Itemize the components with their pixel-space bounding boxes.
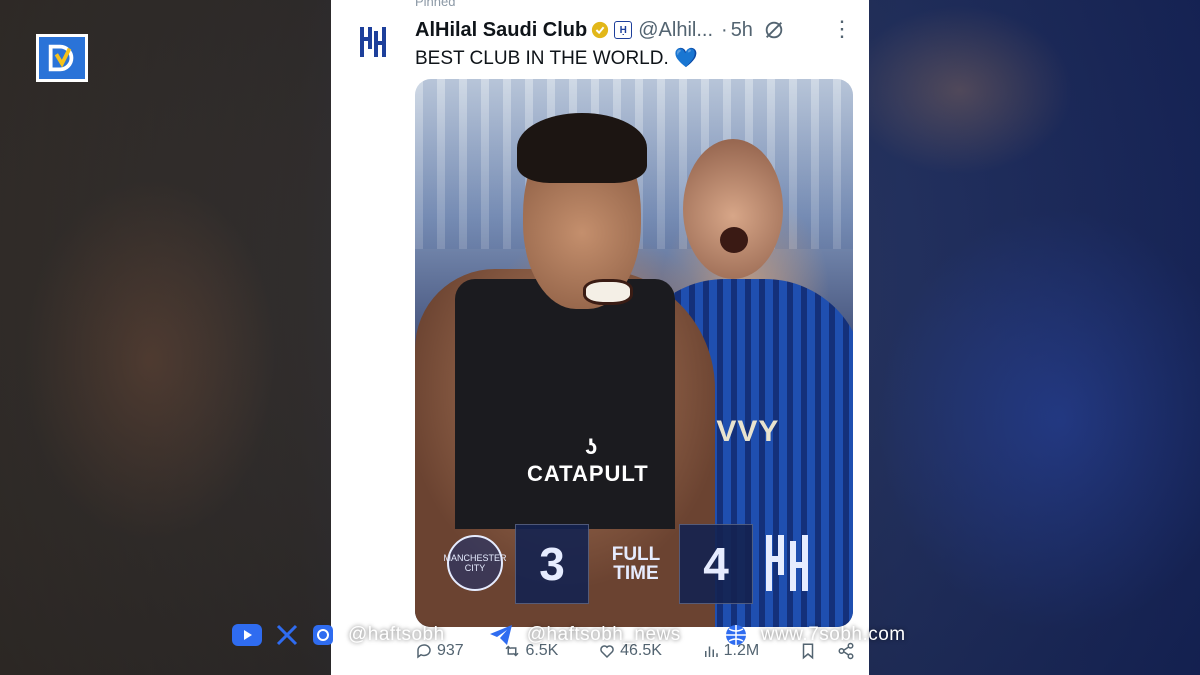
- website-url[interactable]: www.7sobh.com: [761, 624, 906, 646]
- tweet-card: Pinned AlHilal Saudi Club Ḥ @Alhil... · …: [331, 0, 869, 675]
- youtube-icon[interactable]: [232, 624, 262, 646]
- social-watermark-bar: @haftsobh @haftsobh_news www.7sobh.com: [232, 620, 982, 650]
- post-time[interactable]: 5h: [731, 19, 753, 42]
- match-status: FULL TIME: [599, 545, 673, 583]
- main-player-hair: [517, 113, 647, 183]
- catapult-logo-icon: ʖ: [585, 434, 598, 459]
- x-icon[interactable]: [276, 624, 298, 646]
- training-vest: [455, 279, 675, 529]
- match-status-line1: FULL: [611, 544, 661, 565]
- second-player-head: [683, 139, 783, 279]
- man-city-crest-text: MANCHESTER CITY: [443, 553, 507, 573]
- blue-heart-emoji: 💙: [674, 48, 698, 69]
- verified-badge-icon: [591, 21, 609, 39]
- second-player-mouth: [720, 227, 748, 253]
- site-logo[interactable]: [36, 34, 88, 82]
- grok-icon[interactable]: [763, 19, 785, 41]
- logo-icon: [48, 44, 74, 72]
- affiliate-badge-icon: Ḥ: [614, 21, 633, 39]
- tweet-text: BEST CLUB IN THE WORLD. 💙: [415, 46, 698, 70]
- globe-icon[interactable]: [725, 624, 747, 646]
- scoreboard: MANCHESTER CITY 3 FULL TIME 4: [415, 519, 853, 609]
- man-city-crest-icon: MANCHESTER CITY: [444, 535, 507, 591]
- vest-sponsor: CATAPULT: [527, 461, 649, 486]
- avatar[interactable]: [353, 22, 393, 62]
- instagram-icon[interactable]: [312, 624, 334, 646]
- pinned-label: Pinned: [415, 0, 456, 9]
- telegram-handle[interactable]: @haftsobh_news: [527, 624, 681, 646]
- telegram-icon[interactable]: [489, 624, 513, 646]
- hilal-logo-icon: [360, 27, 386, 57]
- match-status-line2: TIME: [613, 563, 659, 584]
- home-score: 3: [515, 524, 589, 604]
- hilal-crest-icon: [766, 535, 808, 591]
- author-name[interactable]: AlHilal Saudi Club: [415, 19, 587, 42]
- more-options-icon[interactable]: ⋮: [831, 16, 853, 42]
- author-handle[interactable]: @Alhil...: [638, 19, 713, 42]
- tweet-header: AlHilal Saudi Club Ḥ @Alhil... · 5h ⋮: [415, 16, 853, 44]
- away-score: 4: [679, 524, 753, 604]
- instagram-handle[interactable]: @haftsobh: [348, 624, 445, 646]
- separator-dot: ·: [721, 18, 728, 41]
- tweet-text-body: BEST CLUB IN THE WORLD.: [415, 48, 669, 69]
- jersey-sponsor: IVVY: [707, 415, 780, 448]
- main-player-teeth: [583, 279, 633, 305]
- tweet-media-image[interactable]: IVVY ʖ CATAPULT MANCHESTER CITY 3 FULL T…: [415, 79, 853, 627]
